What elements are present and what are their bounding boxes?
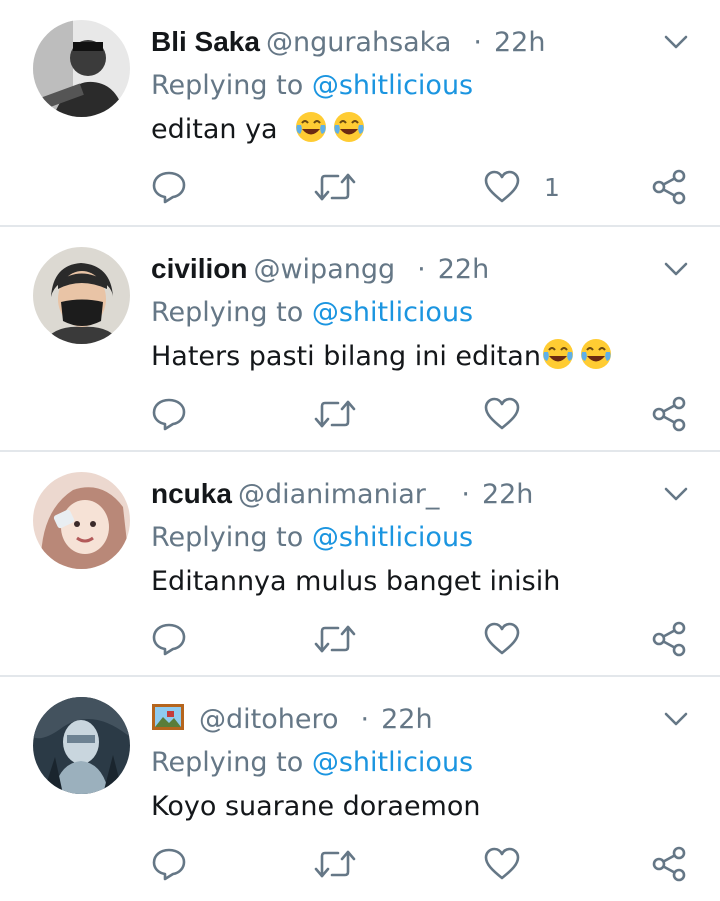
share-icon: [652, 396, 686, 432]
retweet-button[interactable]: [314, 162, 356, 212]
retweet-button[interactable]: [314, 614, 356, 664]
tweet-actions: [0, 389, 720, 439]
tweet-text-content: Koyo suarane doraemon: [151, 791, 481, 822]
reply-tweet[interactable]: civilion @wipangg · 22h Replying to @shitli…: [0, 225, 720, 450]
display-name[interactable]: Bli Saka: [151, 26, 260, 57]
like-button[interactable]: 1: [484, 162, 560, 212]
separator-dot: ·: [461, 479, 470, 510]
replying-to-line: Replying to @shitlicious: [151, 293, 473, 333]
reply-icon: [152, 623, 186, 656]
retweet-button[interactable]: [314, 389, 356, 439]
avatar[interactable]: [33, 20, 130, 117]
tweet-text: Editannya mulus banget inisih: [151, 562, 560, 602]
timestamp[interactable]: 22h: [381, 704, 432, 735]
separator-dot: ·: [360, 704, 370, 735]
tweet-header: ncuka @dianimaniar_ · 22h: [151, 474, 660, 514]
timestamp[interactable]: 22h: [482, 479, 533, 510]
timestamp[interactable]: 22h: [494, 27, 545, 58]
reply-feed: Bli Saka @ngurahsaka · 22h Replying to @shi…: [0, 0, 720, 901]
reply-icon: [152, 848, 186, 881]
reply-tweet[interactable]: Bli Saka @ngurahsaka · 22h Replying to @shi…: [0, 0, 720, 225]
retweet-icon: [314, 625, 356, 653]
user-handle[interactable]: @ngurahsaka: [266, 27, 451, 58]
face-with-tears-of-joy-icon: [296, 112, 327, 142]
reply-button[interactable]: [151, 839, 187, 889]
display-name[interactable]: ncuka: [151, 478, 232, 509]
tweet-header: civilion @wipangg · 22h: [151, 249, 660, 289]
user-handle[interactable]: @ditohero: [199, 704, 339, 735]
user-handle[interactable]: @wipangg: [253, 254, 395, 285]
display-name[interactable]: civilion: [151, 253, 247, 284]
replying-to-line: Replying to @shitlicious: [151, 743, 473, 783]
replying-to-line: Replying to @shitlicious: [151, 518, 473, 558]
share-button[interactable]: [651, 389, 687, 439]
user-handle[interactable]: @dianimaniar_: [238, 479, 439, 510]
reply-tweet[interactable]: @ditohero · 22h Replying to @shitlicious K…: [0, 675, 720, 900]
face-with-tears-of-joy-icon: [542, 339, 573, 369]
retweet-icon: [314, 400, 356, 428]
like-button[interactable]: [484, 614, 520, 664]
tweet-text: editan ya: [151, 110, 370, 150]
like-button[interactable]: [484, 389, 520, 439]
separator-dot: ·: [417, 254, 426, 285]
replying-to-label: Replying to: [151, 70, 312, 101]
mention-link[interactable]: @shitlicious: [312, 297, 473, 328]
tweet-actions: 1: [0, 162, 720, 212]
reply-tweet[interactable]: ncuka @dianimaniar_ · 22h Replying to @shit…: [0, 450, 720, 675]
tweet-text-content: editan ya: [151, 114, 278, 145]
share-icon: [652, 621, 686, 657]
heart-icon: [484, 397, 520, 430]
reply-button[interactable]: [151, 389, 187, 439]
share-icon: [652, 169, 686, 205]
avatar[interactable]: [33, 247, 130, 344]
reply-icon: [152, 171, 186, 204]
heart-icon: [484, 622, 520, 655]
replying-to-line: Replying to @shitlicious: [151, 66, 473, 106]
retweet-icon: [314, 850, 356, 878]
tweet-text-content: Haters pasti bilang ini editan: [151, 341, 541, 372]
tweet-actions: [0, 839, 720, 889]
face-with-tears-of-joy-icon: [580, 339, 611, 369]
tweet-text-content: Editannya mulus banget inisih: [151, 566, 561, 597]
replying-to-label: Replying to: [151, 297, 312, 328]
face-with-tears-of-joy-icon: [334, 112, 365, 142]
avatar[interactable]: [33, 472, 130, 569]
tweet-header: @ditohero · 22h: [151, 699, 660, 739]
replying-to-label: Replying to: [151, 747, 312, 778]
mention-link[interactable]: @shitlicious: [312, 70, 473, 101]
framed-picture-icon[interactable]: [151, 703, 185, 731]
chevron-down-icon[interactable]: [662, 30, 690, 54]
reply-button[interactable]: [151, 614, 187, 664]
reply-button[interactable]: [151, 162, 187, 212]
separator-dot: ·: [473, 27, 482, 58]
reply-icon: [152, 398, 186, 431]
retweet-icon: [314, 173, 356, 201]
chevron-down-icon[interactable]: [662, 707, 690, 731]
chevron-down-icon[interactable]: [662, 257, 690, 281]
avatar[interactable]: [33, 697, 130, 794]
replying-to-label: Replying to: [151, 522, 312, 553]
like-count: 1: [544, 172, 560, 202]
heart-icon: [484, 847, 520, 880]
share-button[interactable]: [651, 162, 687, 212]
tweet-text: Koyo suarane doraemon: [151, 787, 480, 827]
mention-link[interactable]: @shitlicious: [312, 747, 473, 778]
tweet-actions: [0, 614, 720, 664]
retweet-button[interactable]: [314, 839, 356, 889]
tweet-header: Bli Saka @ngurahsaka · 22h: [151, 22, 660, 62]
mention-link[interactable]: @shitlicious: [312, 522, 473, 553]
chevron-down-icon[interactable]: [662, 482, 690, 506]
share-icon: [652, 846, 686, 882]
share-button[interactable]: [651, 839, 687, 889]
like-button[interactable]: [484, 839, 520, 889]
share-button[interactable]: [651, 614, 687, 664]
heart-icon: [484, 170, 520, 203]
tweet-text: Haters pasti bilang ini editan: [151, 337, 617, 377]
timestamp[interactable]: 22h: [438, 254, 489, 285]
